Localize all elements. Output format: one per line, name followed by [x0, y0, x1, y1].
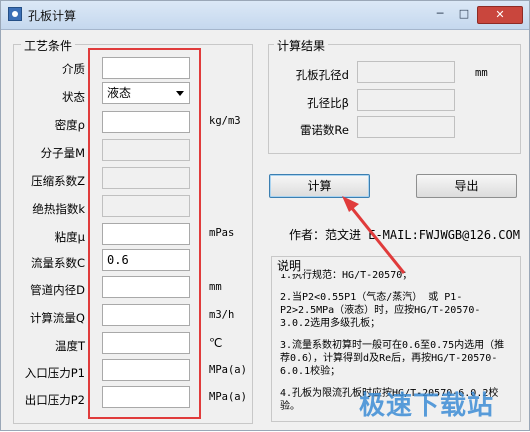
watermark: 极速下载站 [359, 391, 495, 421]
arrow-annotation [342, 196, 406, 274]
app-window: 孔板计算 ─ □ ✕ 工艺条件 介质 状态 液态 密度ρ kg/m3 分子量M … [0, 0, 530, 431]
